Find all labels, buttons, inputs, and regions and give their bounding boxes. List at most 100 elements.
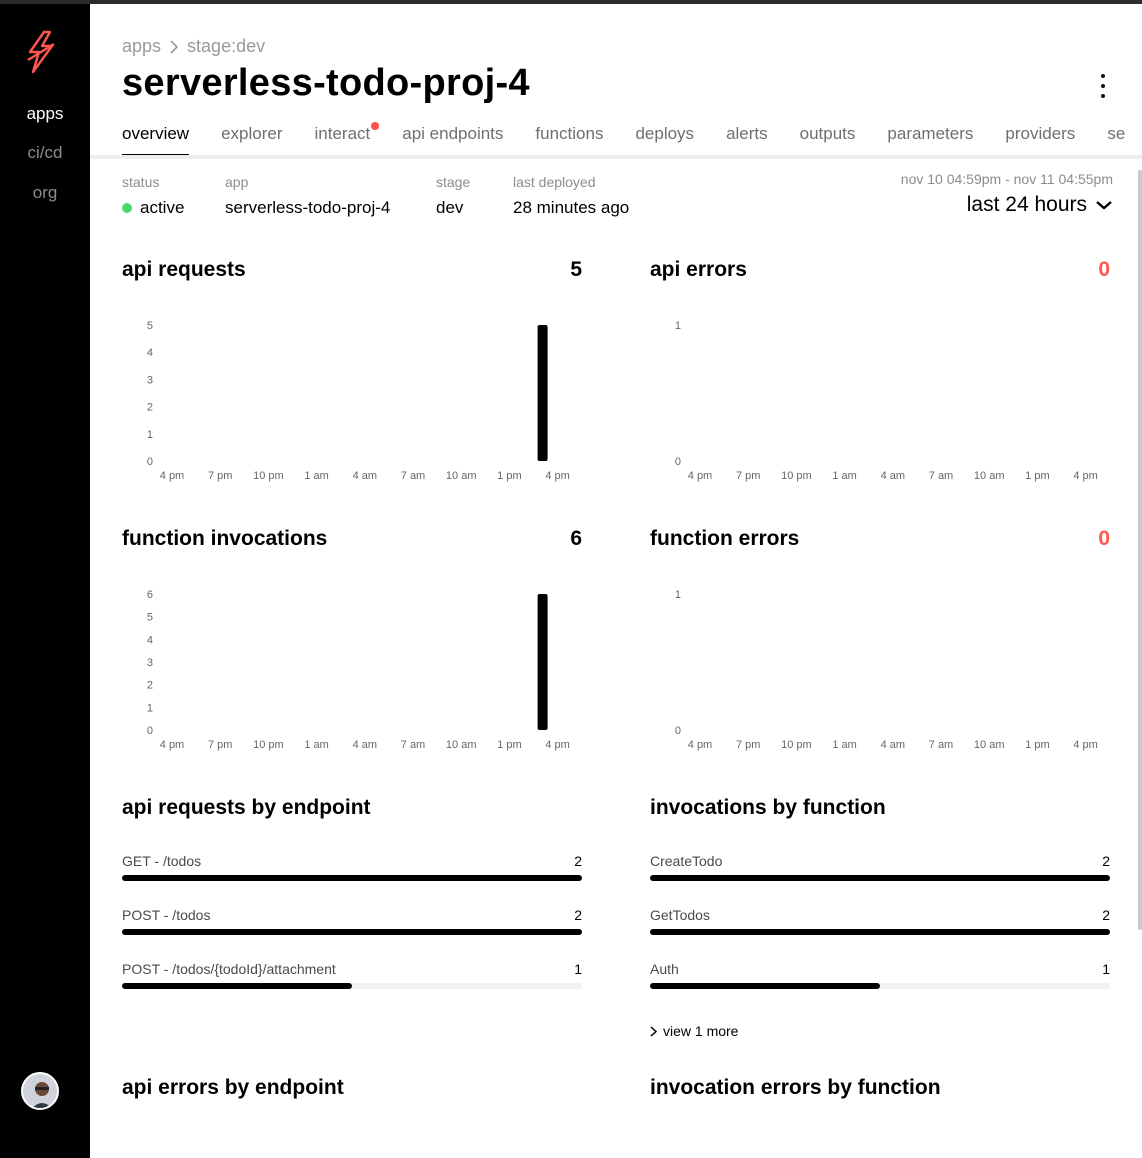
status-active-icon xyxy=(122,203,132,213)
api-errors-by-endpoint: api errors by endpoint xyxy=(122,1076,582,1116)
tab-bar: overview explorer interact api endpoints… xyxy=(122,122,1142,157)
x-tick-label: 4 pm xyxy=(1073,470,1097,482)
view-more-link[interactable]: view 1 more xyxy=(650,1023,738,1039)
x-tick-label: 1 am xyxy=(304,470,328,482)
y-tick-label: 1 xyxy=(675,320,681,332)
tab-label: parameters xyxy=(887,124,974,143)
chart-title: function errors xyxy=(650,527,800,550)
x-tick-label: 1 am xyxy=(304,739,328,751)
progress-fill xyxy=(650,929,1110,935)
x-tick-label: 4 pm xyxy=(688,470,712,482)
chart-title: api errors xyxy=(650,258,747,281)
endpoint-count: 2 xyxy=(574,907,582,923)
y-tick-label: 3 xyxy=(147,374,153,386)
tab-deploys[interactable]: deploys xyxy=(635,124,694,154)
tab-label: explorer xyxy=(221,124,283,143)
endpoint-name: POST - /todos/{todoId}/attachment xyxy=(122,961,336,977)
more-options-icon[interactable] xyxy=(1094,74,1112,98)
main-content: apps stage:dev serverless-todo-proj-4 ov… xyxy=(90,4,1142,1158)
endpoint-count: 1 xyxy=(574,961,582,977)
section-title: api requests by endpoint xyxy=(122,796,371,819)
app-value: serverless-todo-proj-4 xyxy=(225,198,391,217)
x-tick-label: 4 am xyxy=(353,739,377,751)
x-tick-label: 7 am xyxy=(401,739,425,751)
view-more-label: view 1 more xyxy=(663,1023,739,1039)
avatar[interactable] xyxy=(21,1072,59,1110)
tab-label: functions xyxy=(535,124,604,143)
x-tick-label: 1 pm xyxy=(497,470,521,482)
tab-label: outputs xyxy=(799,124,856,143)
y-tick-label: 1 xyxy=(147,429,153,441)
stat-label: stage xyxy=(436,174,471,190)
time-range-dates: nov 10 04:59pm - nov 11 04:55pm xyxy=(900,171,1113,187)
x-tick-label: 4 pm xyxy=(160,739,184,751)
sidebar-item-cicd[interactable]: ci/cd xyxy=(0,143,90,163)
tab-providers[interactable]: providers xyxy=(1005,124,1075,154)
function-name: GetTodos xyxy=(650,907,710,923)
x-tick-label: 1 am xyxy=(832,470,856,482)
y-tick-label: 5 xyxy=(147,612,153,624)
chart-total: 0 xyxy=(1098,258,1110,281)
time-range-dropdown[interactable]: last 24 hours xyxy=(901,193,1113,217)
x-tick-label: 4 am xyxy=(881,470,905,482)
x-tick-label: 10 pm xyxy=(253,739,284,751)
x-tick-label: 1 pm xyxy=(1025,470,1049,482)
progress-fill xyxy=(122,983,352,989)
invocation-errors-by-function: invocation errors by function xyxy=(650,1076,1110,1116)
status-value: active xyxy=(140,198,185,217)
chart-bar xyxy=(537,594,548,730)
x-tick-label: 4 pm xyxy=(688,739,712,751)
x-tick-label: 4 pm xyxy=(160,470,184,482)
chart-total: 5 xyxy=(570,258,582,281)
tab-label: api endpoints xyxy=(402,124,504,143)
x-tick-label: 4 pm xyxy=(545,470,569,482)
y-tick-label: 4 xyxy=(147,347,153,359)
tab-label: alerts xyxy=(726,124,768,143)
y-tick-label: 0 xyxy=(675,456,681,468)
function-count: 2 xyxy=(1102,853,1110,869)
chevron-down-icon xyxy=(1096,201,1112,210)
tab-settings[interactable]: se xyxy=(1107,124,1125,154)
time-range: nov 10 04:59pm - nov 11 04:55pm last 24 … xyxy=(901,171,1113,217)
serverless-logo-icon[interactable] xyxy=(24,30,58,74)
function-name: Auth xyxy=(650,961,679,977)
tab-api-endpoints[interactable]: api endpoints xyxy=(402,124,503,154)
tab-explorer[interactable]: explorer xyxy=(221,124,282,154)
progress-track xyxy=(650,929,1110,935)
x-tick-label: 10 am xyxy=(446,739,477,751)
x-tick-label: 7 pm xyxy=(736,739,760,751)
tab-outputs[interactable]: outputs xyxy=(800,124,856,154)
scrollbar[interactable] xyxy=(1138,170,1142,930)
x-tick-label: 4 pm xyxy=(545,739,569,751)
tab-functions[interactable]: functions xyxy=(535,124,603,154)
progress-fill xyxy=(122,875,582,881)
x-tick-label: 7 am xyxy=(401,470,425,482)
chart-api-errors: api errors 0 0 1 4 pm 7 pm 10 pm 1 am 4 am 7 am… xyxy=(650,258,1110,488)
tab-alerts[interactable]: alerts xyxy=(726,124,768,154)
x-tick-label: 1 am xyxy=(832,739,856,751)
endpoint-name: GET - /todos xyxy=(122,853,202,869)
tab-interact[interactable]: interact xyxy=(315,122,380,154)
tab-parameters[interactable]: parameters xyxy=(887,124,973,154)
stage-value: dev xyxy=(436,198,464,217)
chart-plot: 0 1 2 3 4 5 4 pm 7 pm 10 pm 1 am 4 am 7 am 10 am 1 pm… xyxy=(147,320,570,482)
y-tick-label: 0 xyxy=(675,725,681,737)
x-tick-label: 7 pm xyxy=(208,470,232,482)
sidebar-item-org[interactable]: org xyxy=(0,183,90,203)
y-tick-label: 0 xyxy=(147,725,153,737)
x-tick-label: 7 pm xyxy=(736,470,760,482)
y-tick-label: 3 xyxy=(147,657,153,669)
progress-track xyxy=(122,875,582,881)
chart-plot: 0 1 4 pm 7 pm 10 pm 1 am 4 am 7 am 10 am 1 pm 4 pm xyxy=(675,589,1098,751)
breadcrumb-apps[interactable]: apps xyxy=(122,36,161,57)
tab-label: providers xyxy=(1005,124,1076,143)
tab-overview[interactable]: overview xyxy=(122,124,190,157)
breadcrumb-stage[interactable]: stage:dev xyxy=(187,36,265,57)
y-tick-label: 1 xyxy=(675,589,681,601)
api-requests-by-endpoint: api requests by endpoint GET - /todos 2 … xyxy=(122,796,582,996)
stat-stage: stage dev xyxy=(436,174,470,218)
sidebar-item-apps[interactable]: apps xyxy=(0,104,90,124)
function-name: CreateTodo xyxy=(650,853,723,869)
endpoint-count: 2 xyxy=(574,853,582,869)
tab-divider xyxy=(90,155,1142,159)
